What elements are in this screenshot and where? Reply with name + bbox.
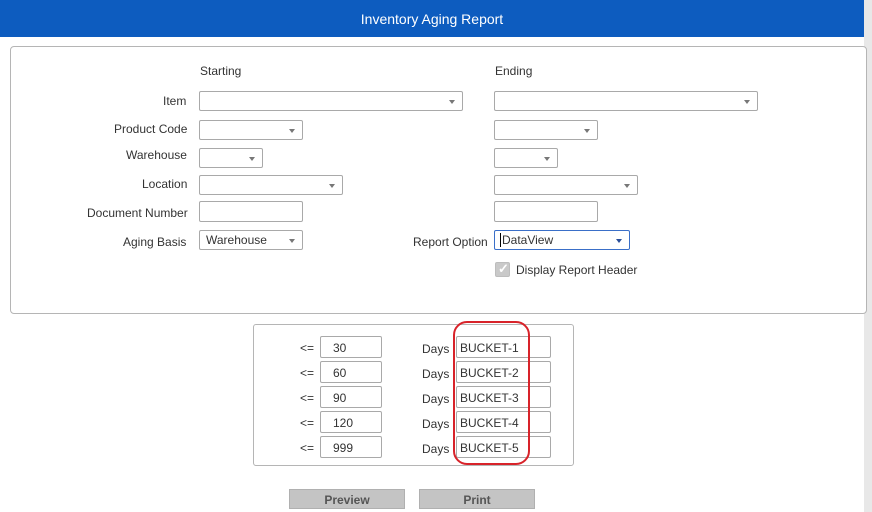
chevron-down-icon bbox=[616, 239, 622, 243]
location-label: Location bbox=[142, 177, 188, 191]
display-header-checkbox[interactable]: ✓ bbox=[495, 261, 510, 277]
report-option-label: Report Option bbox=[413, 235, 488, 249]
highlight-annotation bbox=[453, 321, 530, 465]
preview-button[interactable]: Preview bbox=[289, 489, 405, 509]
checkmark-icon: ✓ bbox=[498, 261, 509, 276]
item-end-dropdown[interactable] bbox=[494, 91, 758, 111]
chevron-down-icon bbox=[249, 157, 255, 161]
aging-basis-dropdown[interactable]: Warehouse bbox=[199, 230, 303, 250]
less-equal-label: <= bbox=[300, 416, 315, 430]
warehouse-start-dropdown[interactable] bbox=[199, 148, 263, 168]
product-code-label: Product Code bbox=[114, 122, 188, 136]
item-label: Item bbox=[163, 94, 187, 108]
chevron-down-icon bbox=[289, 239, 295, 243]
less-equal-label: <= bbox=[300, 366, 315, 380]
days-label: Days bbox=[422, 442, 450, 456]
less-equal-label: <= bbox=[300, 441, 315, 455]
chevron-down-icon bbox=[449, 100, 455, 104]
aging-basis-label: Aging Basis bbox=[123, 235, 187, 249]
less-equal-label: <= bbox=[300, 341, 315, 355]
bucket-days-input[interactable]: 30 bbox=[320, 336, 382, 358]
display-header-label: Display Report Header bbox=[516, 263, 638, 277]
bucket-days-input[interactable]: 120 bbox=[320, 411, 382, 433]
print-button[interactable]: Print bbox=[419, 489, 535, 509]
days-label: Days bbox=[422, 367, 450, 381]
document-number-start-input[interactable] bbox=[199, 201, 303, 222]
bucket-days-input[interactable]: 60 bbox=[320, 361, 382, 383]
ending-column-header: Ending bbox=[495, 64, 533, 78]
chevron-down-icon bbox=[744, 100, 750, 104]
document-number-end-input[interactable] bbox=[494, 201, 598, 222]
days-label: Days bbox=[422, 417, 450, 431]
warehouse-end-dropdown[interactable] bbox=[494, 148, 558, 168]
less-equal-label: <= bbox=[300, 391, 315, 405]
aging-basis-value: Warehouse bbox=[206, 233, 267, 247]
criteria-panel bbox=[10, 46, 867, 314]
product-code-end-dropdown[interactable] bbox=[494, 120, 598, 140]
chevron-down-icon bbox=[544, 157, 550, 161]
report-option-value: DataView bbox=[500, 233, 554, 247]
days-label: Days bbox=[422, 342, 450, 356]
chevron-down-icon bbox=[624, 184, 630, 188]
starting-column-header: Starting bbox=[200, 64, 242, 78]
bucket-days-input[interactable]: 90 bbox=[320, 386, 382, 408]
item-start-dropdown[interactable] bbox=[199, 91, 463, 111]
days-label: Days bbox=[422, 392, 450, 406]
product-code-start-dropdown[interactable] bbox=[199, 120, 303, 140]
warehouse-label: Warehouse bbox=[126, 148, 187, 162]
chevron-down-icon bbox=[329, 184, 335, 188]
bucket-days-input[interactable]: 999 bbox=[320, 436, 382, 458]
location-start-dropdown[interactable] bbox=[199, 175, 343, 195]
document-number-label: Document Number bbox=[87, 206, 188, 220]
location-end-dropdown[interactable] bbox=[494, 175, 638, 195]
chevron-down-icon bbox=[584, 129, 590, 133]
page-title: Inventory Aging Report bbox=[0, 0, 864, 37]
report-option-dropdown[interactable]: DataView bbox=[494, 230, 630, 250]
chevron-down-icon bbox=[289, 129, 295, 133]
